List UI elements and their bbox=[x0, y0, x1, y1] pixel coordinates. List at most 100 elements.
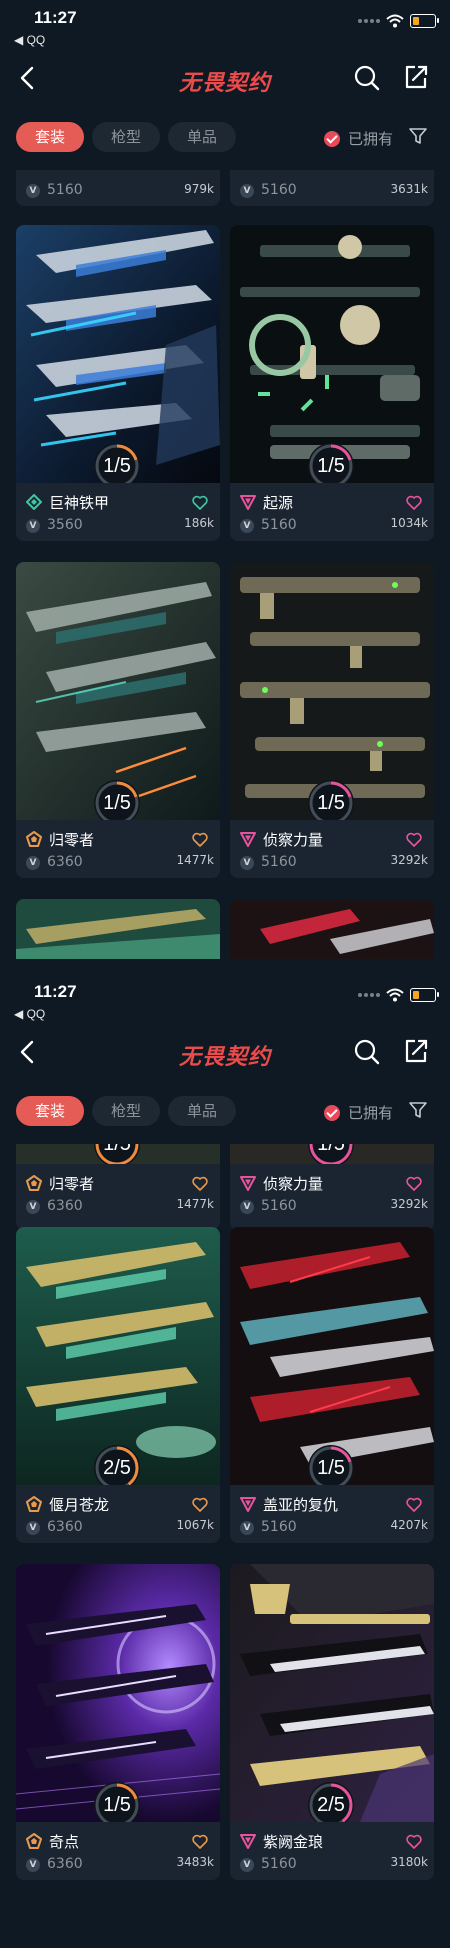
vp-currency-icon bbox=[26, 519, 40, 533]
bundle-owner-count: 3292k bbox=[390, 853, 429, 867]
share-icon[interactable] bbox=[402, 63, 430, 91]
bundle-name: 奇点 bbox=[49, 1833, 80, 1851]
vp-currency-icon bbox=[26, 1200, 40, 1214]
favorite-heart-icon[interactable] bbox=[192, 495, 208, 510]
bundle-card[interactable]: 1/5 起源 5160 1034k bbox=[230, 225, 434, 541]
search-icon[interactable] bbox=[353, 64, 381, 92]
bundle-card[interactable]: 5160 3631k bbox=[230, 170, 434, 206]
vp-currency-icon bbox=[240, 1521, 254, 1535]
bundle-card[interactable]: 2/5 紫阙金琅 5160 3180k bbox=[230, 1564, 434, 1880]
bundle-card[interactable]: 1/5 巨神铁甲 3560 186k bbox=[16, 225, 220, 541]
checked-icon bbox=[324, 1104, 340, 1121]
bundle-owner-count: 1034k bbox=[390, 516, 429, 530]
vp-currency-icon bbox=[240, 856, 254, 870]
back-to-app-link[interactable]: ◀ QQ bbox=[14, 33, 45, 47]
bundle-info: 奇点 6360 3483k bbox=[16, 1822, 220, 1880]
status-time: 11:27 bbox=[34, 8, 77, 27]
tier-exclusive-icon bbox=[240, 1497, 256, 1512]
favorite-heart-icon[interactable] bbox=[406, 1497, 422, 1512]
bundle-card[interactable]: 1/5 归零者 6360 1477k bbox=[16, 562, 220, 878]
bundle-card[interactable]: 5160 979k bbox=[16, 170, 220, 206]
bundle-owner-count: 3292k bbox=[390, 1197, 429, 1211]
wifi-icon bbox=[386, 14, 404, 28]
bundle-name: 侦察力量 bbox=[263, 831, 324, 849]
favorite-heart-icon[interactable] bbox=[192, 1176, 208, 1191]
signal-icon bbox=[358, 993, 380, 997]
tab-bundles[interactable]: 套装 bbox=[16, 1096, 84, 1126]
tab-single-items[interactable]: 单品 bbox=[168, 1096, 236, 1126]
bundle-price: 3560 bbox=[47, 517, 83, 533]
owned-toggle[interactable]: 已拥有 bbox=[324, 1102, 393, 1123]
filter-icon[interactable] bbox=[408, 1100, 428, 1120]
bundle-card[interactable]: 1/5 盖亚的复仇 5160 4207k bbox=[230, 1227, 434, 1543]
bundle-info: 归零者 6360 1477k bbox=[16, 1164, 220, 1222]
search-icon[interactable] bbox=[353, 1038, 381, 1066]
filter-bar: 套装 枪型 单品 已拥有 bbox=[0, 120, 450, 156]
bundle-card[interactable]: 1/5 侦察力量 5160 3292k bbox=[230, 562, 434, 878]
share-icon[interactable] bbox=[402, 1037, 430, 1065]
checked-icon bbox=[324, 130, 340, 147]
status-bar: 11:27 ◀ QQ bbox=[0, 974, 450, 1026]
vp-currency-icon bbox=[26, 1521, 40, 1535]
bundle-card[interactable]: 1/5 侦察力量 5160 3292k bbox=[230, 1144, 434, 1230]
bundle-owner-count: 1067k bbox=[176, 1518, 215, 1532]
bundle-info: 盖亚的复仇 5160 4207k bbox=[230, 1485, 434, 1543]
bundle-owner-count: 1477k bbox=[176, 853, 215, 867]
wifi-icon bbox=[386, 988, 404, 1002]
favorite-heart-icon[interactable] bbox=[192, 832, 208, 847]
owned-toggle[interactable]: 已拥有 bbox=[324, 128, 393, 149]
bundle-info: 紫阙金琅 5160 3180k bbox=[230, 1822, 434, 1880]
bundle-info: 侦察力量 5160 3292k bbox=[230, 820, 434, 878]
bundle-grid: 1/5 归零者 6360 1477k 1/5 侦察力量 51 bbox=[0, 1144, 450, 1948]
bundle-grid: 5160 979k 5160 3631k bbox=[0, 170, 450, 974]
bundle-price: 6360 bbox=[47, 1198, 83, 1214]
favorite-heart-icon[interactable] bbox=[192, 1497, 208, 1512]
owned-label: 已拥有 bbox=[348, 1104, 394, 1122]
bundle-name: 紫阙金琅 bbox=[263, 1833, 324, 1851]
favorite-heart-icon[interactable] bbox=[406, 495, 422, 510]
nav-bar: 无畏契约 bbox=[0, 52, 450, 108]
bundle-price: 5160 bbox=[47, 182, 83, 198]
back-to-app-link[interactable]: ◀ QQ bbox=[14, 1007, 45, 1021]
vp-currency-icon bbox=[240, 1200, 254, 1214]
bundle-name: 侦察力量 bbox=[263, 1175, 324, 1193]
bundle-price: 5160 bbox=[261, 517, 297, 533]
status-icons bbox=[358, 14, 439, 28]
bundle-name: 归零者 bbox=[49, 1175, 95, 1193]
favorite-heart-icon[interactable] bbox=[406, 832, 422, 847]
bundle-image bbox=[230, 899, 434, 959]
tab-bundles[interactable]: 套装 bbox=[16, 122, 84, 152]
bundle-card[interactable] bbox=[230, 899, 434, 959]
nav-bar: 无畏契约 bbox=[0, 1026, 450, 1082]
bundle-card[interactable] bbox=[16, 899, 220, 959]
battery-icon bbox=[410, 14, 439, 28]
bundle-price: 6360 bbox=[47, 1856, 83, 1872]
favorite-heart-icon[interactable] bbox=[192, 1834, 208, 1849]
tab-weapon-types[interactable]: 枪型 bbox=[92, 1096, 160, 1126]
favorite-heart-icon[interactable] bbox=[406, 1176, 422, 1191]
bundle-card[interactable]: 1/5 归零者 6360 1477k bbox=[16, 1144, 220, 1230]
bundle-card[interactable]: 1/5 奇点 6360 3483k bbox=[16, 1564, 220, 1880]
bundle-info: 归零者 6360 1477k bbox=[16, 820, 220, 878]
tab-single-items[interactable]: 单品 bbox=[168, 122, 236, 152]
signal-icon bbox=[358, 19, 380, 23]
tab-weapon-types[interactable]: 枪型 bbox=[92, 122, 160, 152]
bundle-card[interactable]: 2/5 偃月苍龙 6360 1067k bbox=[16, 1227, 220, 1543]
filter-icon[interactable] bbox=[408, 126, 428, 146]
bundle-name: 偃月苍龙 bbox=[49, 1496, 110, 1514]
status-bar: 11:27 ◀ QQ bbox=[0, 0, 450, 52]
bundle-image bbox=[16, 899, 220, 959]
favorite-heart-icon[interactable] bbox=[406, 1834, 422, 1849]
vp-currency-icon bbox=[26, 856, 40, 870]
status-time: 11:27 bbox=[34, 982, 77, 1001]
bundle-info: 起源 5160 1034k bbox=[230, 483, 434, 541]
vp-currency-icon bbox=[26, 184, 40, 198]
bundle-price: 6360 bbox=[47, 854, 83, 870]
tier-premium-icon bbox=[26, 1175, 42, 1191]
bundle-owner-count: 979k bbox=[184, 182, 214, 196]
vp-currency-icon bbox=[240, 1858, 254, 1872]
tier-premium-icon bbox=[26, 1496, 42, 1512]
owned-label: 已拥有 bbox=[348, 130, 394, 148]
vp-currency-icon bbox=[240, 184, 254, 198]
tier-select-icon bbox=[26, 494, 42, 510]
